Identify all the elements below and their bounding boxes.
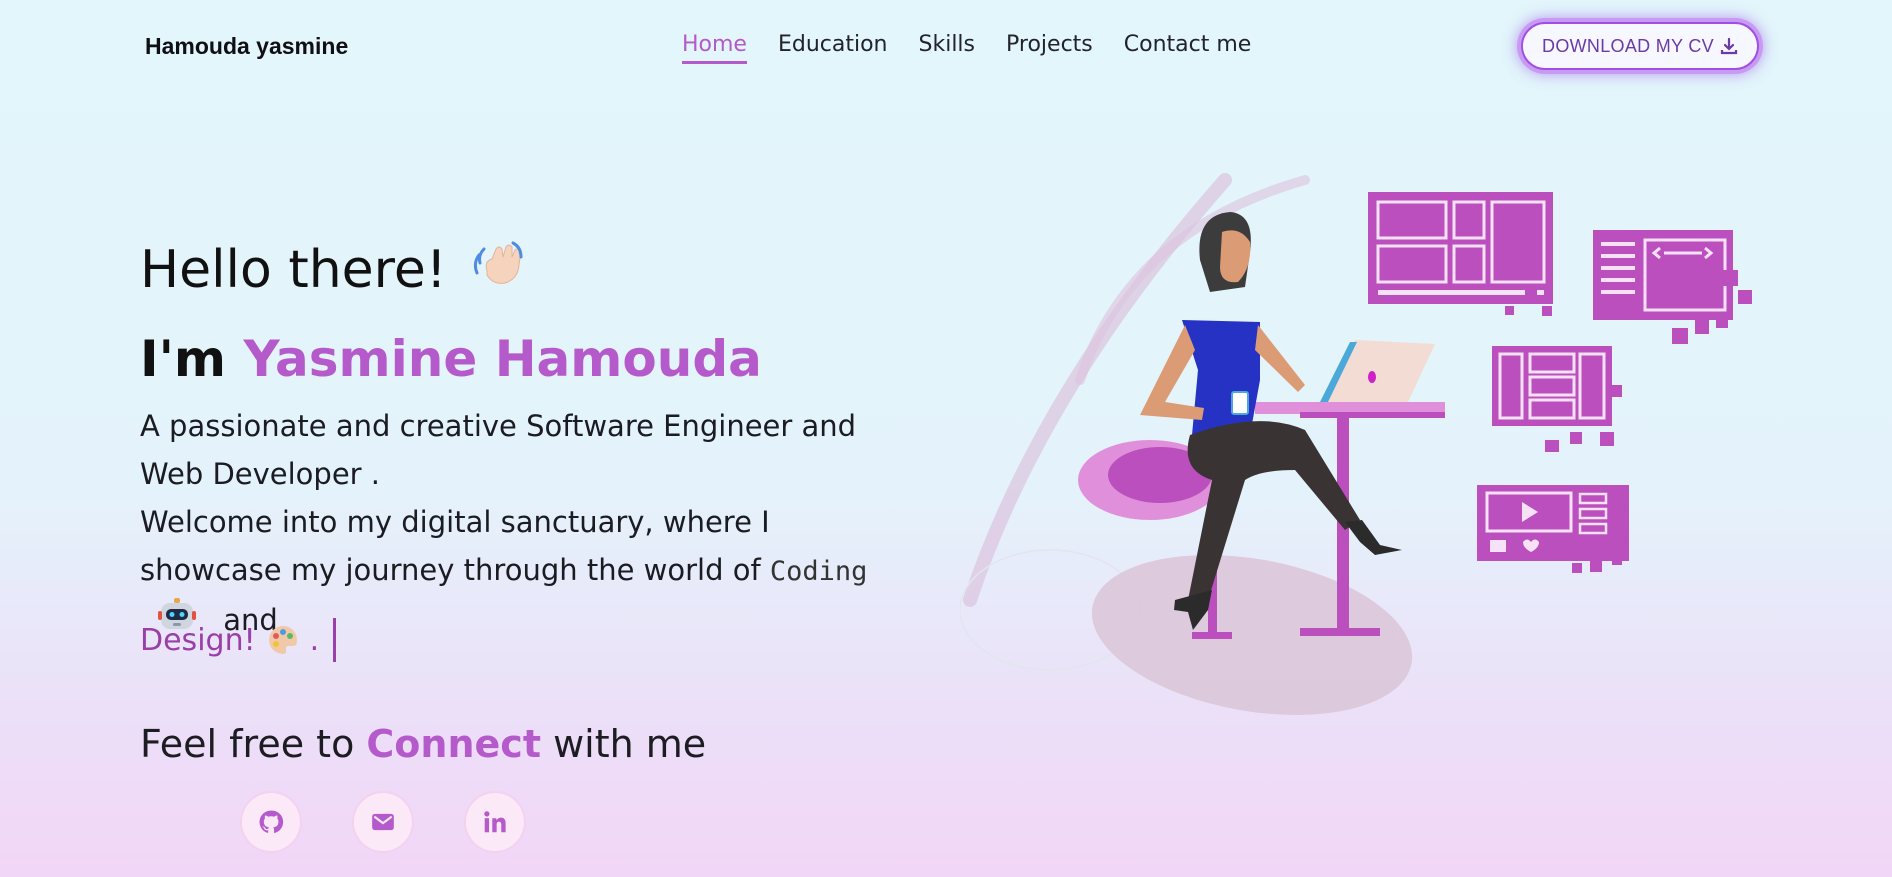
hero-illustration <box>960 173 1752 715</box>
woman-arm-right <box>1255 325 1305 392</box>
download-cv-button[interactable]: DOWNLOAD MY CV <box>1521 22 1759 70</box>
nav-contact[interactable]: Contact me <box>1124 32 1252 64</box>
main-nav: Home Education Skills Projects Contact m… <box>682 32 1251 64</box>
table-top-edge <box>1300 412 1445 418</box>
connect-highlight: Connect <box>366 722 541 766</box>
desc-line-1: A passionate and creative Software Engin… <box>140 409 857 491</box>
nav-projects[interactable]: Projects <box>1006 32 1093 64</box>
github-icon <box>259 810 284 833</box>
panel-code <box>1593 230 1752 344</box>
github-button[interactable] <box>240 791 302 853</box>
hero-name-heading: I'm Yasmine Hamouda <box>140 330 762 388</box>
coffee-cup <box>1231 391 1249 415</box>
panel-layout-1 <box>1368 192 1553 316</box>
waving-hand-icon <box>473 241 523 284</box>
palette-icon <box>268 625 297 654</box>
download-cv-label: DOWNLOAD MY CV <box>1542 35 1714 56</box>
table-base <box>1300 628 1380 636</box>
nav-education[interactable]: Education <box>778 32 888 64</box>
mail-icon <box>372 813 394 831</box>
desc-line-2-text: Welcome into my digital sanctuary, where… <box>140 505 770 587</box>
nav-home[interactable]: Home <box>682 32 747 64</box>
typewriter-line: Design! . <box>140 618 337 662</box>
connect-prefix: Feel free to <box>140 722 355 766</box>
connect-heading: Feel free to Connect with me <box>140 722 706 766</box>
mail-button[interactable] <box>352 791 414 853</box>
site-brand[interactable]: Hamouda yasmine <box>145 33 348 60</box>
connect-suffix: with me <box>553 722 707 766</box>
greeting-text: Hello there! <box>140 240 447 300</box>
hero-description: A passionate and creative Software Engin… <box>140 402 920 647</box>
social-links <box>240 791 526 853</box>
panel-video <box>1477 485 1629 573</box>
linkedin-icon <box>484 811 506 833</box>
laptop-logo <box>1368 371 1376 383</box>
panel-layout-2 <box>1492 346 1622 452</box>
decorative-swoosh <box>963 173 1232 607</box>
name-highlight: Yasmine Hamouda <box>243 330 762 388</box>
chair-base <box>1192 632 1232 639</box>
linkedin-button[interactable] <box>464 791 526 853</box>
coding-word: Coding <box>769 556 868 587</box>
greeting-heading: Hello there! <box>140 240 527 300</box>
name-prefix: I'm <box>140 330 227 388</box>
woman-shoe-right <box>1345 520 1402 555</box>
nav-skills[interactable]: Skills <box>919 32 976 64</box>
typing-caret <box>333 618 337 662</box>
download-icon <box>1720 37 1738 55</box>
typed-text: Design! <box>140 622 256 658</box>
typed-suffix: . <box>309 622 320 658</box>
